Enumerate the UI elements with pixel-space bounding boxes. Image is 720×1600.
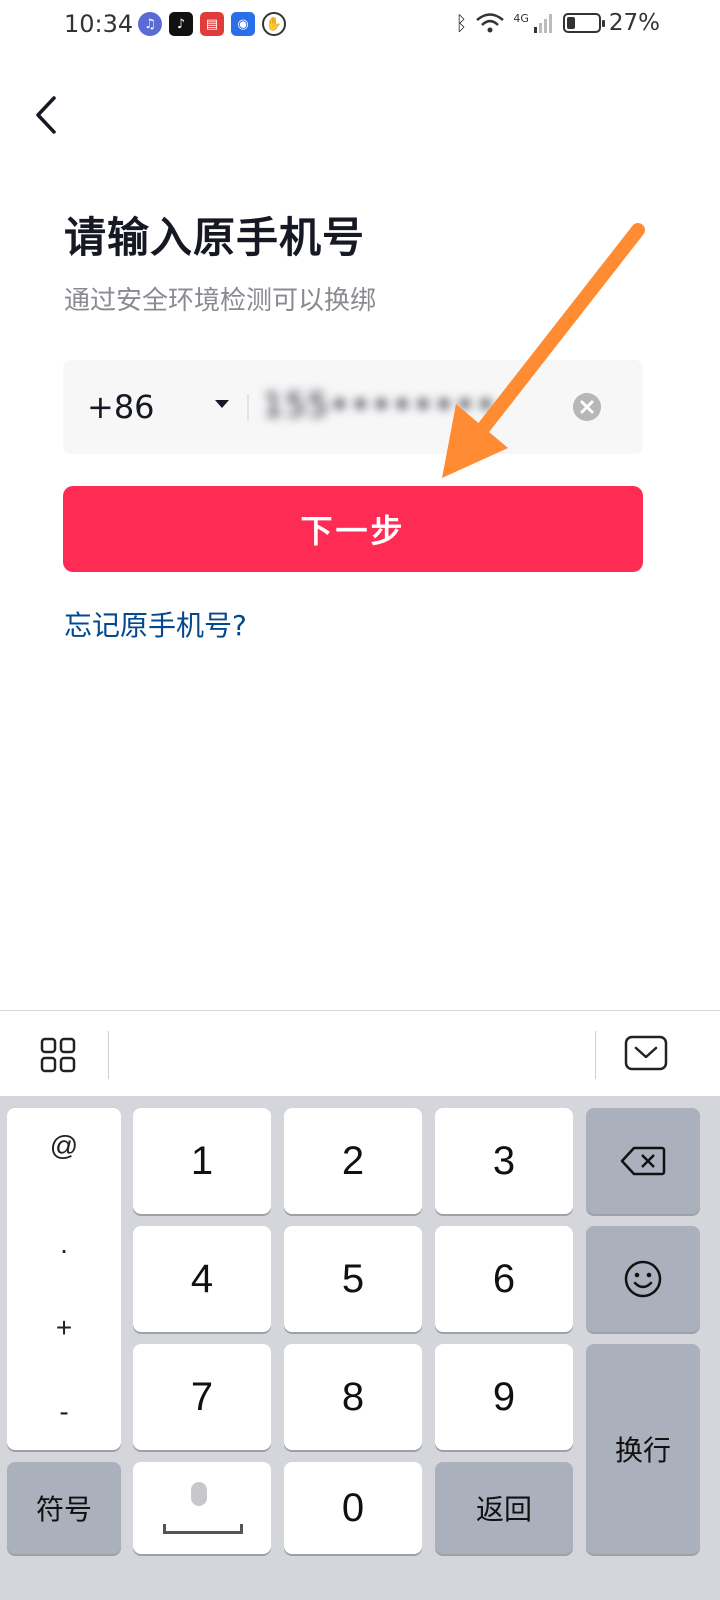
microphone-icon [191,1482,207,1506]
numeric-keyboard: @ . + - 1 2 3 4 5 6 7 8 9 换行 符号 0 返回 [0,1096,720,1600]
battery-level [566,17,575,29]
status-bar: 10:34 ♫ ♪ ▤ ◉ ✋ ᛒ 4G 27% [0,0,720,50]
bluetooth-icon: ᛒ [455,11,468,35]
key-3[interactable]: 3 [435,1108,573,1214]
page-title: 请输入原手机号 [64,213,366,262]
bulb-app-icon: ◉ [231,12,255,36]
key-8[interactable]: 8 [284,1344,422,1450]
keyboard-toolbar [0,1010,720,1096]
clear-input-icon[interactable] [573,393,601,421]
emoji-key[interactable] [586,1226,700,1332]
reader-app-icon: ▤ [200,12,224,36]
hand-app-icon: ✋ [262,12,286,36]
field-divider [247,394,249,420]
status-right: ᛒ 4G 27% [455,10,660,36]
music-app-icon: ♫ [138,12,162,36]
tiktok-app-icon: ♪ [169,12,193,36]
key-4[interactable]: 4 [133,1226,271,1332]
back-button[interactable] [28,90,68,140]
network-type-label: 4G [513,12,529,25]
emoji-smile-icon [624,1260,662,1298]
key-6[interactable]: 6 [435,1226,573,1332]
back-key[interactable]: 返回 [435,1462,573,1554]
key-9[interactable]: 9 [435,1344,573,1450]
enter-key[interactable]: 换行 [586,1344,700,1554]
keyboard-menu-grid-icon[interactable] [40,1037,76,1073]
country-code-selector[interactable]: +86 [87,388,155,426]
toolbar-divider [595,1031,596,1079]
signal-icon [533,14,552,33]
caret-down-icon[interactable] [215,400,229,408]
key-5[interactable]: 5 [284,1226,422,1332]
backspace-icon [620,1146,666,1176]
battery-percent: 27% [608,10,660,36]
notification-app-icons: ♫ ♪ ▤ ◉ ✋ [138,12,286,36]
hide-keyboard-icon[interactable] [624,1035,668,1071]
next-step-button[interactable]: 下一步 [63,486,643,572]
key-2[interactable]: 2 [284,1108,422,1214]
key-at[interactable]: @ [7,1130,121,1162]
key-plus[interactable]: + [7,1312,121,1344]
key-0[interactable]: 0 [284,1462,422,1554]
key-7[interactable]: 7 [133,1344,271,1450]
phone-number-input[interactable]: 155•••••••• [263,386,497,424]
status-time: 10:34 [64,10,134,38]
wifi-icon [476,13,505,33]
space-bar-icon [163,1524,243,1534]
battery-icon [562,13,605,33]
page-subtitle: 通过安全环境检测可以换绑 [64,286,377,316]
phone-number-field[interactable]: +86 155•••••••• [63,360,643,454]
key-dot[interactable]: . [7,1228,121,1260]
backspace-key[interactable] [586,1108,700,1214]
toolbar-divider [108,1031,109,1079]
symbol-column[interactable]: @ . + - [7,1108,121,1450]
symbols-key[interactable]: 符号 [7,1462,121,1554]
forgot-phone-link[interactable]: 忘记原手机号? [64,604,247,644]
annotation-arrow-icon [442,223,645,478]
space-key[interactable] [133,1462,271,1554]
key-minus[interactable]: - [7,1396,121,1428]
key-1[interactable]: 1 [133,1108,271,1214]
